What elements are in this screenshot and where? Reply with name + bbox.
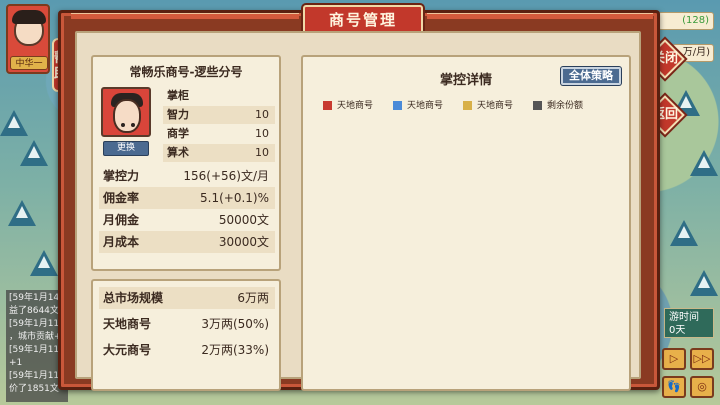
eye xyxy=(121,123,125,127)
metric-label: 掌控力 xyxy=(103,169,140,183)
metric-value: 30000文 xyxy=(218,235,269,249)
market-row: 大元商号 2万两(33%) xyxy=(99,339,275,361)
market-panel: 总市场规模 6万两 天地商号 3万两(50%) 大元商号 2万两(33%) xyxy=(91,279,281,391)
mountain-icon xyxy=(690,270,718,296)
stat-label: 商学 xyxy=(167,127,189,140)
market-row: 总市场规模 6万两 xyxy=(99,287,275,309)
market-value: 6万两 xyxy=(237,291,269,305)
log-line: [59年1月14 xyxy=(9,293,60,303)
manager-portrait xyxy=(101,87,151,137)
market-value: 3万两(50%) xyxy=(201,317,269,331)
log-line: ，城市贡献+ xyxy=(9,332,62,342)
game-time-value: 0天 xyxy=(669,325,686,336)
manager-face xyxy=(113,99,141,133)
legend-label: 天地商号 xyxy=(407,101,444,111)
market-label: 总市场规模 xyxy=(103,291,164,305)
metric-row: 掌控力 156(+56)文/月 xyxy=(99,165,275,187)
player-avatar[interactable]: 中华一 xyxy=(6,4,50,74)
stat-value: 10 xyxy=(255,108,269,121)
mountain-icon xyxy=(20,140,48,166)
metric-value: 50000文 xyxy=(218,213,269,227)
log-line: 价了1851文 xyxy=(9,384,59,394)
metric-value: 5.1(+0.1)% xyxy=(200,191,269,205)
stat-label: 智力 xyxy=(167,108,189,121)
mountain-icon xyxy=(690,150,718,176)
log-line: [59年1月11 xyxy=(9,345,60,355)
stat-value: 10 xyxy=(255,127,269,140)
metric-row: 月佣金 50000文 xyxy=(99,209,275,231)
player-hair xyxy=(12,10,46,24)
eye xyxy=(131,123,135,127)
legend-swatch xyxy=(323,101,332,110)
locate-button[interactable]: ◎ xyxy=(690,376,714,398)
change-manager-button[interactable]: 更换 xyxy=(103,141,149,156)
mountain-icon xyxy=(8,200,36,226)
manager-stat-row: 算术 10 xyxy=(163,144,275,162)
metric-label: 佣金率 xyxy=(103,191,140,205)
manager-label: 掌柜 xyxy=(167,89,189,102)
shop-info-panel: 常畅乐商号-逻些分号 更换 掌柜 智力 10 商学 10 算术 10 掌控力 1… xyxy=(91,55,281,271)
log-line: [59年1月11 xyxy=(9,319,60,329)
manager-label-row: 掌柜 xyxy=(163,87,275,105)
market-label: 天地商号 xyxy=(103,317,152,331)
title-bar-decoration xyxy=(71,13,299,19)
player-name-tag: 中华一 xyxy=(10,56,48,70)
legend-swatch xyxy=(393,101,402,110)
log-line: 益了8644文 xyxy=(9,306,59,316)
metric-label: 月佣金 xyxy=(103,213,140,227)
legend-swatch xyxy=(463,101,472,110)
market-row: 天地商号 3万两(50%) xyxy=(99,313,275,335)
stat-label: 算术 xyxy=(167,146,189,159)
play-button[interactable]: ▷ xyxy=(662,348,686,370)
metric-row: 月成本 30000文 xyxy=(99,231,275,253)
manager-stat-row: 商学 10 xyxy=(163,125,275,143)
mountain-icon xyxy=(0,110,28,136)
legend-label: 剩余份额 xyxy=(547,101,584,111)
log-line: [59年1月11 xyxy=(9,371,60,381)
shop-management-window: 商号管理 常畅乐商号-逻些分号 更换 掌柜 智力 10 商学 10 算术 10 xyxy=(58,5,660,391)
coins-display: (128) xyxy=(658,12,714,30)
game-time-panel: 游时间 0天 xyxy=(664,308,714,338)
footsteps-button[interactable]: 👣 xyxy=(662,376,686,398)
stat-value: 10 xyxy=(255,146,269,159)
fast-forward-button[interactable]: ▷▷ xyxy=(690,348,714,370)
shop-name: 常畅乐商号-逻些分号 xyxy=(129,65,243,79)
game-time-label: 游时间 xyxy=(669,312,699,323)
global-strategy-button[interactable]: 全体策略 xyxy=(561,67,621,85)
market-value: 2万两(33%) xyxy=(201,343,269,357)
log-line: +1 xyxy=(9,358,23,368)
legend-swatch xyxy=(533,101,542,110)
player-face xyxy=(12,10,46,46)
manager-stat-row: 智力 10 xyxy=(163,106,275,124)
metric-label: 月成本 xyxy=(103,235,140,249)
chart-legend: 天地商号 天地商号 天地商号 剩余份额 xyxy=(323,99,623,113)
legend-label: 天地商号 xyxy=(477,101,514,111)
metric-value: 156(+56)文/月 xyxy=(183,169,269,183)
metric-row: 佣金率 5.1(+0.1)% xyxy=(99,187,275,209)
mountain-icon xyxy=(30,250,58,276)
legend-label: 天地商号 xyxy=(337,101,374,111)
market-label: 大元商号 xyxy=(103,343,152,357)
mountain-icon xyxy=(670,220,698,246)
title-bar-decoration xyxy=(427,13,653,19)
control-details-panel: 掌控详情 全体策略 天地商号 天地商号 天地商号 剩余份额 xyxy=(301,55,631,391)
